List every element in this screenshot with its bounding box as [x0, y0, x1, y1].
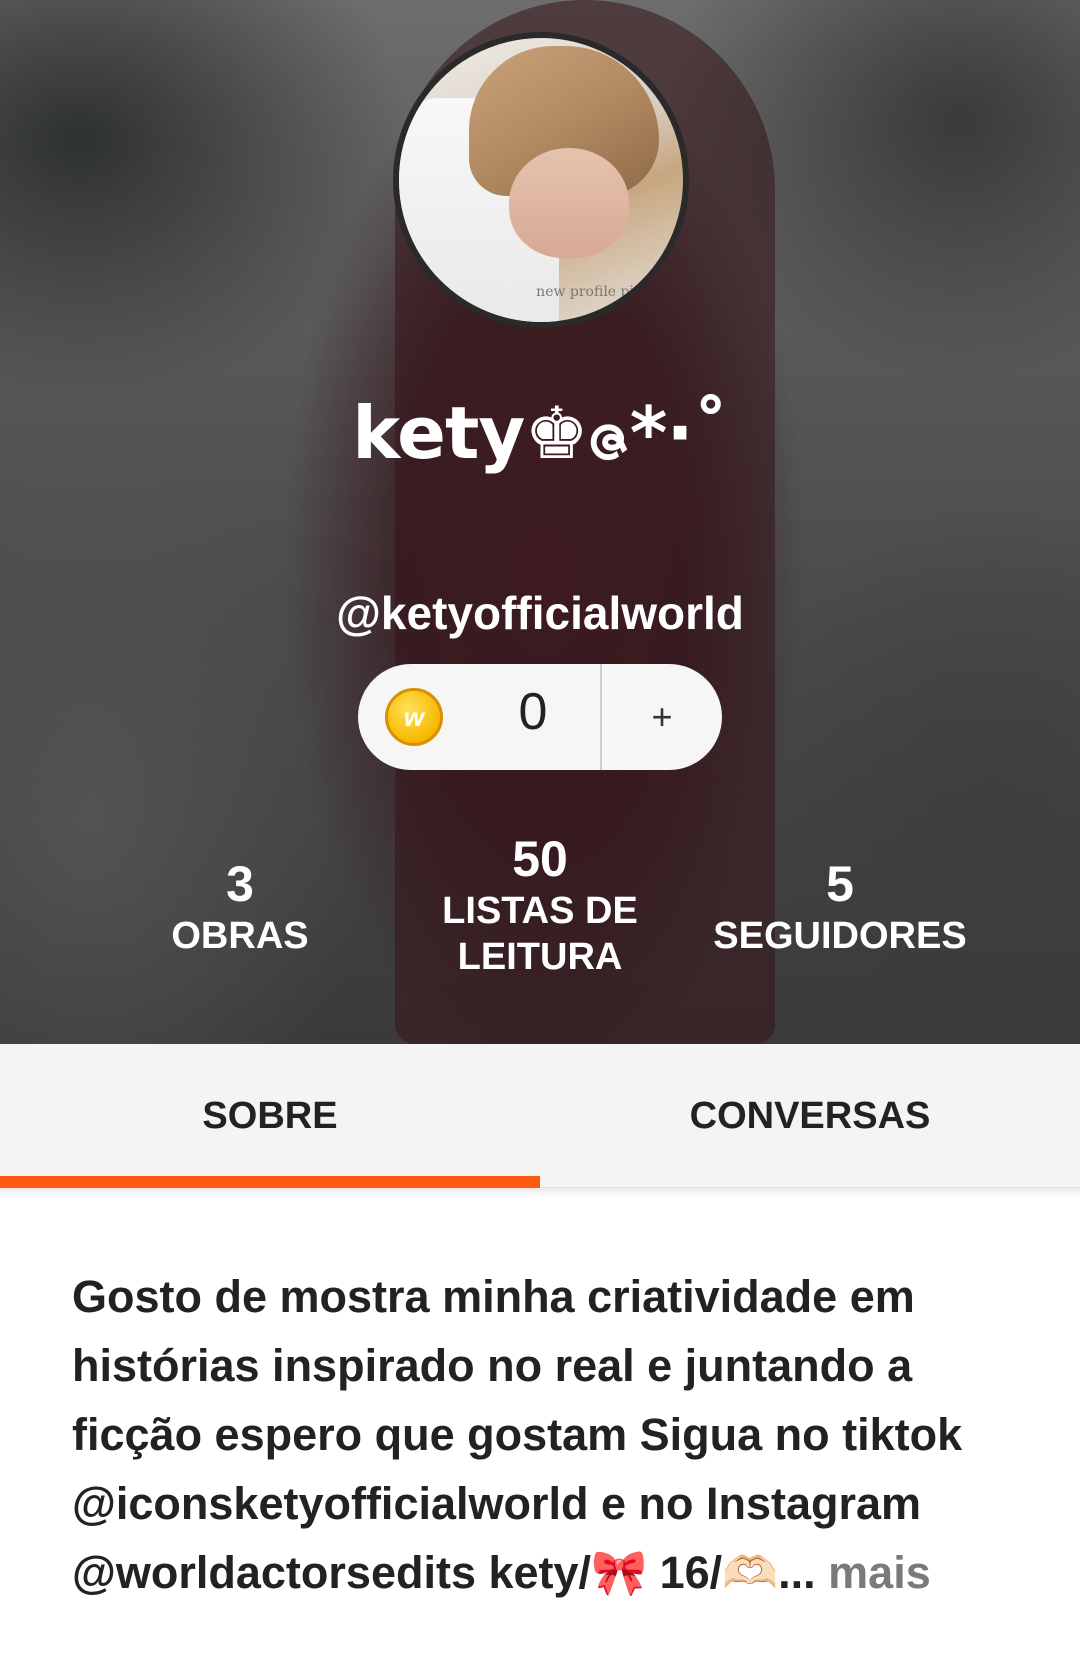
- stat-works-count: 3: [226, 856, 254, 912]
- stat-followers-count: 5: [826, 856, 854, 912]
- stat-followers[interactable]: 5 SEGUIDORES: [700, 855, 980, 959]
- profile-tabs: SOBRE CONVERSAS: [0, 1044, 1080, 1188]
- stat-reading-lists-label: LISTAS DE LEITURA: [442, 890, 638, 978]
- active-tab-indicator: [0, 1176, 540, 1188]
- bio-text: Gosto de mostra minha criatividade em hi…: [72, 1262, 1012, 1607]
- display-name: kety♚ဇ*·˚: [352, 391, 729, 475]
- coin-icon: w: [385, 688, 443, 746]
- coin-balance-pill[interactable]: w 0 +: [358, 664, 722, 770]
- tab-conversations[interactable]: CONVERSAS: [540, 1044, 1080, 1188]
- stat-followers-label: SEGUIDORES: [713, 915, 967, 957]
- bio-more-link[interactable]: mais: [816, 1547, 931, 1598]
- add-coins-button[interactable]: +: [602, 664, 722, 770]
- stat-reading-lists[interactable]: 50 LISTAS DE LEITURA: [420, 830, 660, 980]
- stat-reading-lists-count: 50: [512, 831, 568, 887]
- stat-works[interactable]: 3 OBRAS: [140, 855, 340, 959]
- avatar-watermark: new profile pic: [536, 284, 642, 300]
- tab-about[interactable]: SOBRE: [0, 1044, 540, 1188]
- coin-balance: 0: [518, 683, 548, 741]
- avatar[interactable]: new profile pic: [393, 32, 689, 328]
- stat-works-label: OBRAS: [171, 915, 309, 957]
- username: @ketyofficialworld: [336, 587, 744, 639]
